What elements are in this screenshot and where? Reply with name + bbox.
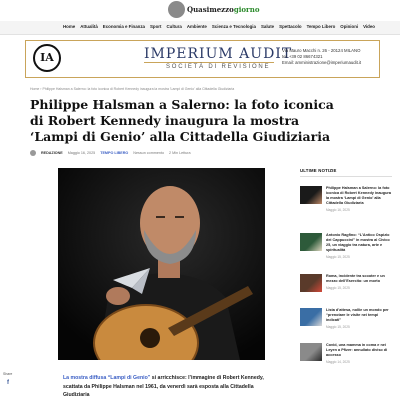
sidebar-news-item[interactable]: Antonio Ragfino: “L’Antico Ospizio dei C…	[300, 233, 392, 273]
sidebar-news-item[interactable]: Lista d’attesa, nollie un mondo per “pre…	[300, 308, 392, 348]
sidebar-heading: ULTIME NOTIZIE	[300, 168, 392, 177]
nav-item-5[interactable]: Ambiente	[187, 24, 207, 29]
publish-date: Maggio 16, 2025	[67, 151, 96, 155]
sidebar-news-item[interactable]: Philippe Halsman a Salerno: la foto icon…	[300, 186, 392, 226]
author-name[interactable]: REDAZIONE	[41, 151, 63, 155]
banner-monogram: IA	[40, 51, 54, 64]
logo-text: Quasimezzogiorno	[187, 5, 260, 14]
site-logo[interactable]: Quasimezzogiorno	[168, 1, 259, 18]
article-title: Philippe Halsman a Salerno: la foto icon…	[30, 97, 334, 144]
nav-item-2[interactable]: Economia e Finanza	[103, 24, 145, 29]
nav-item-1[interactable]: Attualità	[80, 24, 98, 29]
banner-divider	[144, 62, 274, 63]
comments-link[interactable]: Nessun commento	[133, 151, 164, 155]
news-date: Maggio 14, 2025	[326, 360, 350, 364]
nav-item-6[interactable]: Scienza e Tecnologia	[212, 24, 256, 29]
news-headline[interactable]: Roma, incidente tra scooter e un mezzo d…	[326, 274, 392, 284]
news-date: Maggio 16, 2025	[326, 208, 350, 212]
news-headline[interactable]: Lista d’attesa, nollie un mondo per “pre…	[326, 308, 392, 323]
featured-photo-illustration	[58, 168, 265, 360]
news-headline[interactable]: Covid, una mamma in coma e nei Leyen a P…	[326, 343, 392, 358]
nav-item-8[interactable]: Spettacolo	[279, 24, 301, 29]
latest-news-sidebar: ULTIME NOTIZIE Philippe Halsman a Salern…	[300, 168, 392, 364]
banner-logo: IA	[33, 44, 61, 74]
sidebar-news-item[interactable]: Covid, una mamma in coma e nei Leyen a P…	[300, 343, 392, 383]
category-link[interactable]: TEMPO LIBERO	[100, 151, 128, 155]
share-column: Share f	[3, 372, 13, 390]
article-meta: REDAZIONE Maggio 16, 2025 TEMPO LIBERO N…	[30, 150, 191, 156]
top-header: Quasimezzogiorno	[0, 0, 400, 20]
news-thumbnail	[300, 186, 322, 204]
news-date: Maggio 15, 2025	[326, 255, 350, 259]
nav-item-7[interactable]: Salute	[261, 24, 274, 29]
featured-image	[58, 168, 265, 360]
banner-title: IMPERIUM AUDIT	[144, 46, 293, 62]
news-thumbnail	[300, 274, 322, 292]
nav-item-4[interactable]: Cultura	[166, 24, 181, 29]
news-thumbnail	[300, 233, 322, 251]
nav-item-0[interactable]: Home	[63, 24, 75, 29]
article-lead: La mostra diffusa “Lampi di Genio” si ar…	[63, 374, 268, 400]
banner-subtitle: SOCIETÀ DI REVISIONE	[166, 64, 271, 70]
nav-item-10[interactable]: Opinioni	[340, 24, 358, 29]
news-date: Maggio 15, 2025	[326, 325, 350, 329]
share-label: Share	[3, 372, 13, 376]
news-date: Maggio 15, 2025	[326, 286, 350, 290]
banner-contact: Via Mauro Macchi n. 26 - 20124 MILANO te…	[282, 48, 361, 66]
news-headline[interactable]: Philippe Halsman a Salerno: la foto icon…	[326, 186, 392, 206]
banner-email: Email: amministrazione@imperiumaudit.it	[282, 60, 362, 65]
facebook-share-icon[interactable]: f	[3, 380, 13, 390]
ad-banner[interactable]: IA IMPERIUM AUDIT SOCIETÀ DI REVISIONE V…	[25, 40, 380, 78]
nav-item-9[interactable]: Tempo Libero	[307, 24, 336, 29]
read-time: 2 Min Lettura	[169, 151, 191, 155]
lead-highlight: La mostra diffusa “Lampi di Genio”	[63, 375, 151, 381]
author-avatar	[30, 150, 36, 156]
nav-item-3[interactable]: Sport	[150, 24, 161, 29]
news-headline[interactable]: Antonio Ragfino: “L’Antico Ospizio dei C…	[326, 233, 392, 253]
logo-emblem-icon	[168, 1, 185, 18]
news-thumbnail	[300, 343, 322, 361]
main-nav: Home Attualità Economia e Finanza Sport Cult…	[0, 21, 400, 35]
breadcrumb[interactable]: Home › Philippe Halsman a Salerno: la fo…	[30, 87, 234, 91]
nav-item-11[interactable]: Video	[363, 24, 375, 29]
nav-items: Home Attualità Economia e Finanza Sport Cult…	[63, 24, 375, 29]
news-thumbnail	[300, 308, 322, 326]
